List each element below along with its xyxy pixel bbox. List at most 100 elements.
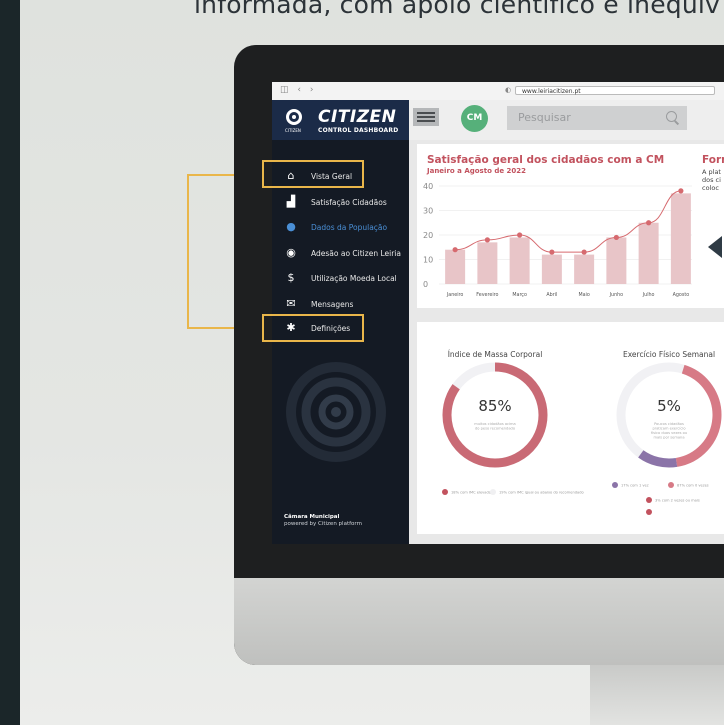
browser-bar: ◫ ‹ › ◐ www.leiriacitizen.pt	[272, 82, 724, 101]
chart-bar	[606, 237, 627, 284]
legend-dot	[646, 509, 652, 515]
sidebar-footer-sub: powered by Citizen platform	[284, 521, 362, 527]
donut-center-text: Poucos cidadãos	[654, 422, 684, 426]
sidebar-item-label: Dados da População	[311, 223, 388, 232]
sidebar-item[interactable]: ▟ Satisfação Cidadãos	[272, 196, 409, 210]
highlight-vista-geral	[262, 160, 364, 188]
x-tick-label: Junho	[609, 292, 624, 298]
form-card-text: A plat dos ci coloc	[702, 168, 724, 192]
marketing-stage: informada, com apoio científico e inequí…	[0, 0, 724, 725]
brand-header: CITIZEN CITIZEN CONTROL DASHBOARD	[272, 100, 409, 140]
citizen-watermark-icon	[286, 362, 386, 462]
health-donuts: Índice de Massa Corporal 85% muitos cidadã…	[442, 350, 722, 515]
sidebar-item-label: Adesão ao Citizen Leiria	[311, 249, 401, 258]
chart-point	[613, 234, 619, 241]
satisfaction-card: Satisfação geral dos cidadãos com a CM J…	[417, 144, 705, 308]
search-icon[interactable]	[666, 111, 677, 122]
donut-arc	[675, 364, 722, 467]
legend-dot	[668, 482, 674, 488]
signal-bars-icon: ▟	[286, 195, 296, 208]
health-card: Índice de Massa Corporal 85% muitos cidadã…	[417, 322, 724, 534]
chart-bar	[445, 249, 466, 284]
donut-arc	[638, 450, 678, 468]
chart-bar	[670, 193, 691, 284]
x-tick-label: Fevereiro	[476, 292, 498, 298]
y-tick-label: 20	[423, 231, 433, 240]
left-edge-strip	[0, 0, 20, 725]
x-tick-label: Julho	[642, 292, 655, 298]
form-card-text-line: coloc	[702, 184, 719, 192]
headline-text: informada, com apoio científico e inequí…	[194, 0, 721, 19]
sidebar-item[interactable]: ✉ Mensagens	[272, 298, 409, 312]
x-tick-label: Agosto	[673, 292, 690, 298]
chart-point	[646, 220, 652, 226]
monitor-chin	[234, 578, 724, 665]
sidebar-item-label: Mensagens	[311, 300, 354, 309]
envelope-icon: ✉	[286, 297, 296, 310]
sidebar-item[interactable]: $ Utilização Moeda Local	[272, 272, 409, 286]
y-tick-label: 0	[423, 280, 428, 289]
x-tick-label: Abril	[546, 292, 557, 298]
legend-dot	[490, 489, 496, 495]
x-tick-label: Maio	[578, 292, 589, 298]
chart-bar	[477, 242, 498, 284]
browser-nav-icons[interactable]: ◫ ‹ ›	[280, 85, 316, 95]
chart-point	[517, 232, 523, 238]
satisfaction-chart: 0 10 20 30 40 Janeiro Fevereiro Março Abril Maio J…	[423, 182, 697, 298]
donut-title: Índice de Massa Corporal	[448, 350, 543, 359]
monitor-stand	[590, 665, 724, 725]
legend-text: 18% com IMC elevado	[451, 491, 491, 495]
donut-center-text: praticam exercício	[652, 427, 685, 431]
donut-value: 85%	[478, 397, 511, 415]
form-card-title: Form	[702, 154, 724, 166]
sidebar-item[interactable]: ◉ Adesão ao Citizen Leiria	[272, 247, 409, 261]
legend-text: 17% com 1 vez	[621, 484, 649, 488]
legend-dot	[612, 482, 618, 488]
chart-point	[581, 249, 587, 255]
person-icon: ●	[286, 220, 296, 233]
menu-toggle-button[interactable]	[413, 108, 439, 126]
citizen-logo-icon	[286, 109, 302, 125]
chart-bar	[541, 254, 562, 284]
lock-icon: ◐	[505, 86, 512, 94]
sidebar-item[interactable]: ● Dados da População	[272, 221, 409, 235]
search-placeholder: Pesquisar	[518, 111, 571, 124]
chart-point	[452, 247, 458, 253]
sidebar-footer-title: Câmara Municipal	[284, 514, 340, 520]
arrow-left-icon[interactable]	[708, 236, 722, 258]
donut-center-text: do peso recomendado	[475, 427, 515, 431]
donut-center-text: mais por semana	[653, 436, 684, 440]
x-tick-label: Janeiro	[446, 292, 464, 298]
chart-bar	[574, 254, 595, 284]
form-card-text-line: dos ci	[702, 176, 721, 184]
chart-bar	[509, 237, 530, 284]
address-bar[interactable]: www.leiriacitizen.pt	[515, 86, 715, 95]
y-tick-label: 40	[423, 182, 433, 191]
form-card: Form A platdos cicoloc	[692, 144, 724, 308]
legend-dot	[442, 489, 448, 495]
donut-center-text: físico duas vezes ou	[651, 431, 687, 435]
brand-small-label: CITIZEN	[285, 128, 301, 133]
legend-text: 87% com 0 vezes	[677, 484, 709, 488]
highlight-definicoes	[262, 314, 364, 342]
legend-text: 3% com 2 vezes ou mais	[655, 499, 700, 503]
y-tick-label: 30	[423, 207, 433, 216]
avatar[interactable]: CM	[461, 105, 488, 132]
citizen-logo-icon: ◉	[286, 246, 296, 259]
sidebar-item-label: Utilização Moeda Local	[311, 274, 397, 283]
chart-bar	[638, 222, 659, 284]
sidebar-item-label: Satisfação Cidadãos	[311, 198, 387, 207]
callout-bracket-vertical	[187, 174, 189, 328]
x-tick-label: Março	[512, 292, 527, 298]
brand-title: CITIZEN	[318, 107, 397, 127]
dashboard-screen: ◫ ‹ › ◐ www.leiriacitizen.pt CITIZEN CIT…	[272, 82, 724, 544]
coin-icon: $	[287, 271, 295, 284]
donut-title: Exercício Físico Semanal	[623, 350, 715, 359]
chart-point	[678, 188, 684, 194]
top-bar: CM Pesquisar	[409, 100, 724, 140]
brand-subtitle: CONTROL DASHBOARD	[318, 127, 399, 134]
donut-value: 5%	[657, 397, 681, 415]
search-input[interactable]: Pesquisar	[507, 106, 687, 130]
legend-text: 19% com IMC igual ou abaixo do recomenda…	[499, 491, 584, 495]
chart-point	[484, 237, 490, 243]
